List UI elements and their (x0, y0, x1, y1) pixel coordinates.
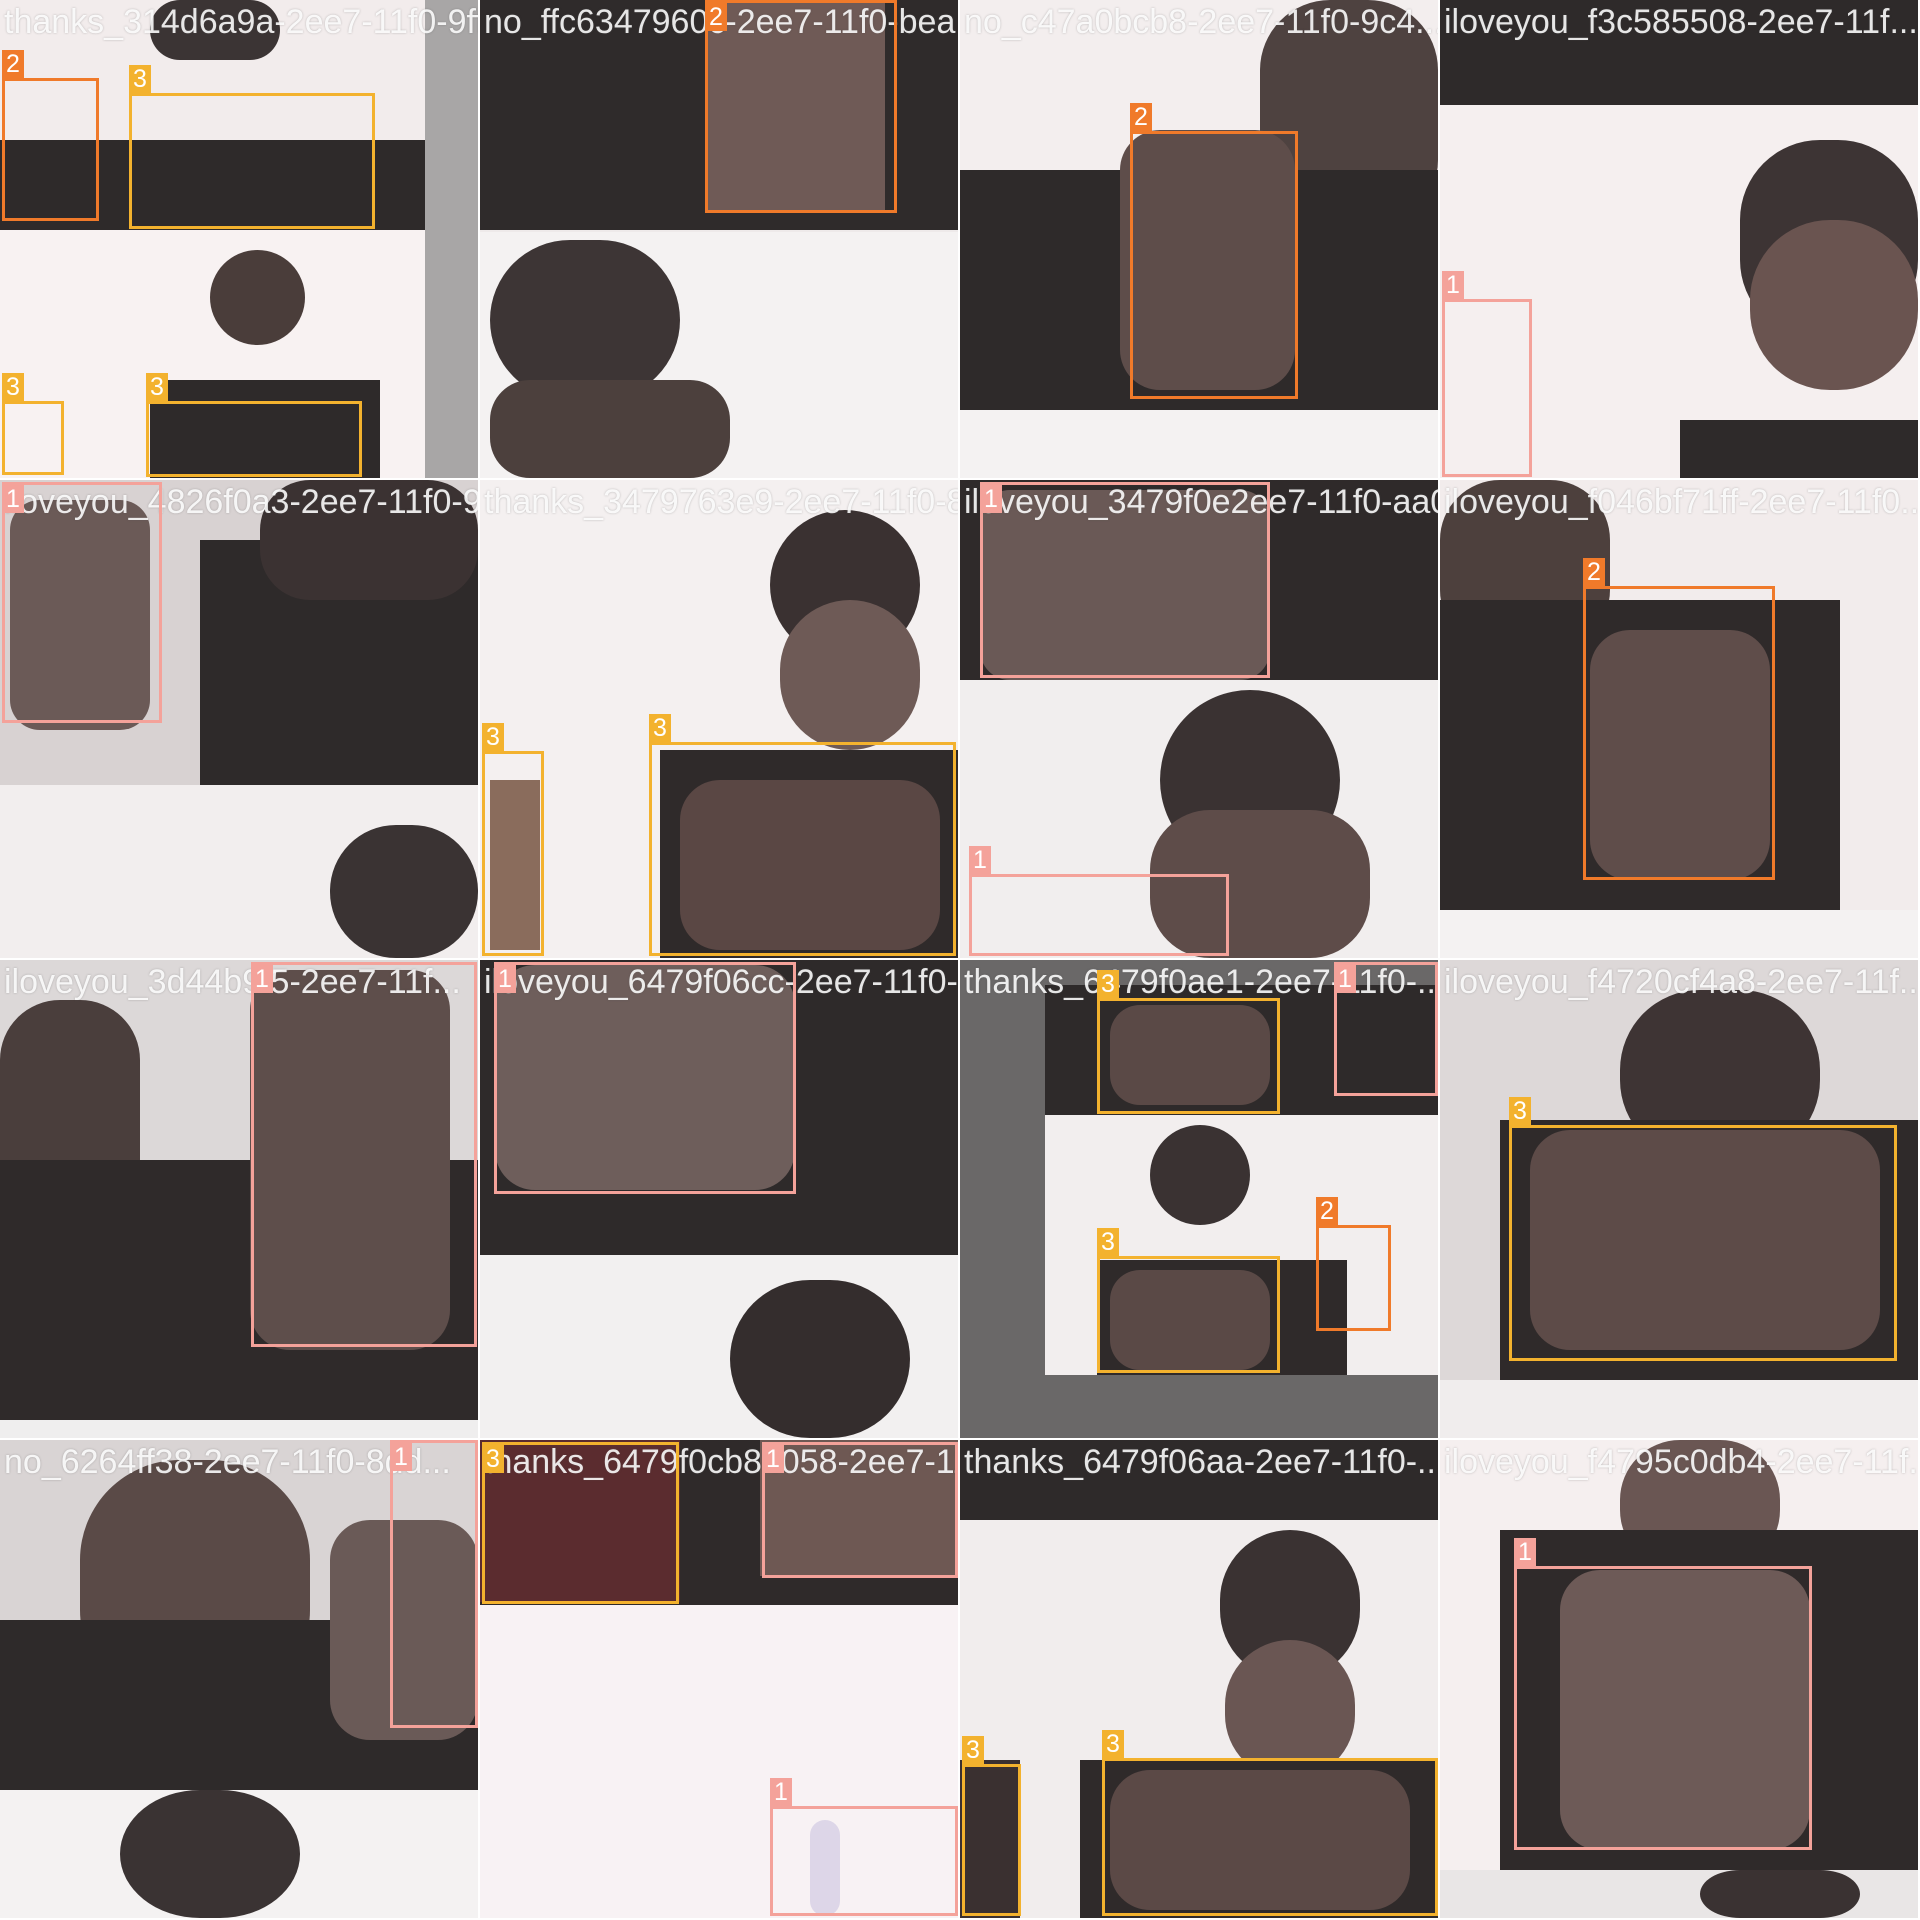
scene-region (1680, 420, 1918, 478)
detection-box: 1 (770, 1778, 958, 1916)
scene-region (1700, 1870, 1860, 1918)
scene-region (1750, 220, 1918, 390)
scene-region (730, 1280, 910, 1438)
detection-box: 3 (649, 714, 956, 956)
detection-box: 1 (980, 482, 1270, 678)
mosaic-tile: iloveyou_4826f0a3-2ee7-11f0-9f23-...1 (0, 480, 478, 958)
mosaic-tile: iloveyou_f4795c0db4-2ee7-11f... 1 (1440, 1440, 1918, 1918)
scene-region (1150, 1125, 1250, 1225)
scene-region (490, 240, 680, 400)
detection-class-label: 1 (969, 846, 991, 874)
mosaic-tile: iloveyou_f3c585508-2ee7-11f... 1 (1440, 0, 1918, 478)
detection-box: 1 (494, 962, 796, 1194)
mosaic-tile: iloveyou_f4720cf4a8-2ee7-11f... 3 (1440, 960, 1918, 1438)
detection-box: 1 (762, 1442, 958, 1578)
detection-box: 2 (1583, 558, 1775, 880)
detection-box: 3 (1097, 1228, 1280, 1373)
mosaic-tile: thanks_6479f06aa-2ee7-11f0-... 3 3 (960, 1440, 1438, 1918)
detection-box: 1 (969, 846, 1229, 956)
detection-class-label: 1 (980, 485, 1002, 513)
scene-region (330, 825, 478, 958)
detection-class-label: 2 (1316, 1197, 1338, 1225)
detection-class-label: 1 (1334, 965, 1356, 993)
detection-class-label: 3 (129, 65, 151, 93)
detection-box: 1 (1514, 1538, 1812, 1850)
detection-class-label: 1 (770, 1778, 792, 1806)
detection-class-label: 2 (705, 3, 727, 31)
detection-box: 3 (482, 723, 544, 956)
detection-class-label: 3 (482, 723, 504, 751)
mosaic-tile: thanks_314d6a9a-2ee7-11f0-9ff6-34e7...23… (0, 0, 478, 478)
detection-box: 1 (2, 482, 162, 723)
scene-region (960, 410, 1438, 478)
mosaic-grid: thanks_314d6a9a-2ee7-11f0-9ff6-34e7...23… (0, 0, 1920, 1920)
scene-region (1440, 1380, 1918, 1438)
mosaic-tile: no_c47a0bcb8-2ee7-11f0-9c4... 2 (960, 0, 1438, 478)
mosaic-tile: thanks_6479f0cb84058-2ee7-11f0...311 (480, 1440, 958, 1918)
detection-class-label: 1 (1514, 1538, 1536, 1566)
mosaic-tile: iloveyou_3479f0e2ee7-11f0-aa0... 1 1 (960, 480, 1438, 958)
detection-box: 3 (2, 373, 64, 475)
mosaic-tile: no_ffc6347960c-2ee7-11f0-bea...2 (480, 0, 958, 478)
detection-class-label: 1 (390, 1443, 412, 1471)
scene-region (260, 480, 478, 600)
detection-box: 3 (1509, 1097, 1897, 1361)
scene-region (1440, 910, 1918, 958)
detection-box: 3 (1097, 970, 1280, 1114)
detection-box: 3 (129, 65, 375, 229)
detection-box: 2 (1130, 103, 1298, 399)
mosaic-tile: iloveyou_6479f06cc-2ee7-11f0-98...1 (480, 960, 958, 1438)
detection-box: 1 (1442, 271, 1532, 477)
detection-class-label: 3 (482, 1445, 504, 1473)
detection-box: 1 (251, 962, 477, 1347)
detection-class-label: 2 (1583, 558, 1605, 586)
detection-class-label: 1 (251, 965, 273, 993)
detection-class-label: 3 (1097, 1228, 1119, 1256)
detection-box: 3 (1102, 1730, 1438, 1916)
detection-box: 2 (2, 50, 99, 221)
detection-class-label: 3 (1097, 970, 1119, 998)
mosaic-tile: thanks_6479f0ae1-2ee7-11f0-... 3 1 3 2 (960, 960, 1438, 1438)
detection-class-label: 3 (649, 714, 671, 742)
detection-class-label: 3 (146, 373, 168, 401)
detection-box: 2 (1316, 1197, 1391, 1331)
scene-region (780, 600, 920, 750)
detection-class-label: 2 (2, 50, 24, 78)
scene-region (960, 1440, 1438, 1520)
detection-box: 2 (705, 0, 897, 213)
scene-region (1440, 0, 1918, 105)
detection-class-label: 3 (962, 1736, 984, 1764)
detection-box: 3 (146, 373, 362, 477)
detection-class-label: 3 (1102, 1730, 1124, 1758)
scene-region (425, 0, 478, 478)
detection-class-label: 1 (494, 965, 516, 993)
detection-class-label: 1 (2, 485, 24, 513)
detection-class-label: 3 (2, 373, 24, 401)
mosaic-tile: no_6264ff38-2ee7-11f0-8dd... 1 (0, 1440, 478, 1918)
detection-class-label: 2 (1130, 103, 1152, 131)
scene-region (0, 1420, 478, 1438)
detection-box: 1 (1334, 962, 1438, 1096)
scene-region (490, 380, 730, 478)
mosaic-tile: iloveyou_f046bf71ff-2ee7-11f0... 2 (1440, 480, 1918, 958)
scene-region (210, 250, 305, 345)
detection-class-label: 1 (762, 1445, 784, 1473)
detection-box: 3 (962, 1736, 1021, 1916)
scene-region (150, 0, 280, 60)
mosaic-tile: iloveyou_3d44b9f5-2ee7-11f... 1 (0, 960, 478, 1438)
detection-class-label: 1 (1442, 271, 1464, 299)
detection-class-label: 3 (1509, 1097, 1531, 1125)
scene-region (120, 1790, 300, 1918)
detection-box: 1 (390, 1440, 478, 1728)
detection-box: 3 (482, 1442, 679, 1604)
mosaic-tile: thanks_3479763e9-2ee7-11f0-8... 3 3 (480, 480, 958, 958)
